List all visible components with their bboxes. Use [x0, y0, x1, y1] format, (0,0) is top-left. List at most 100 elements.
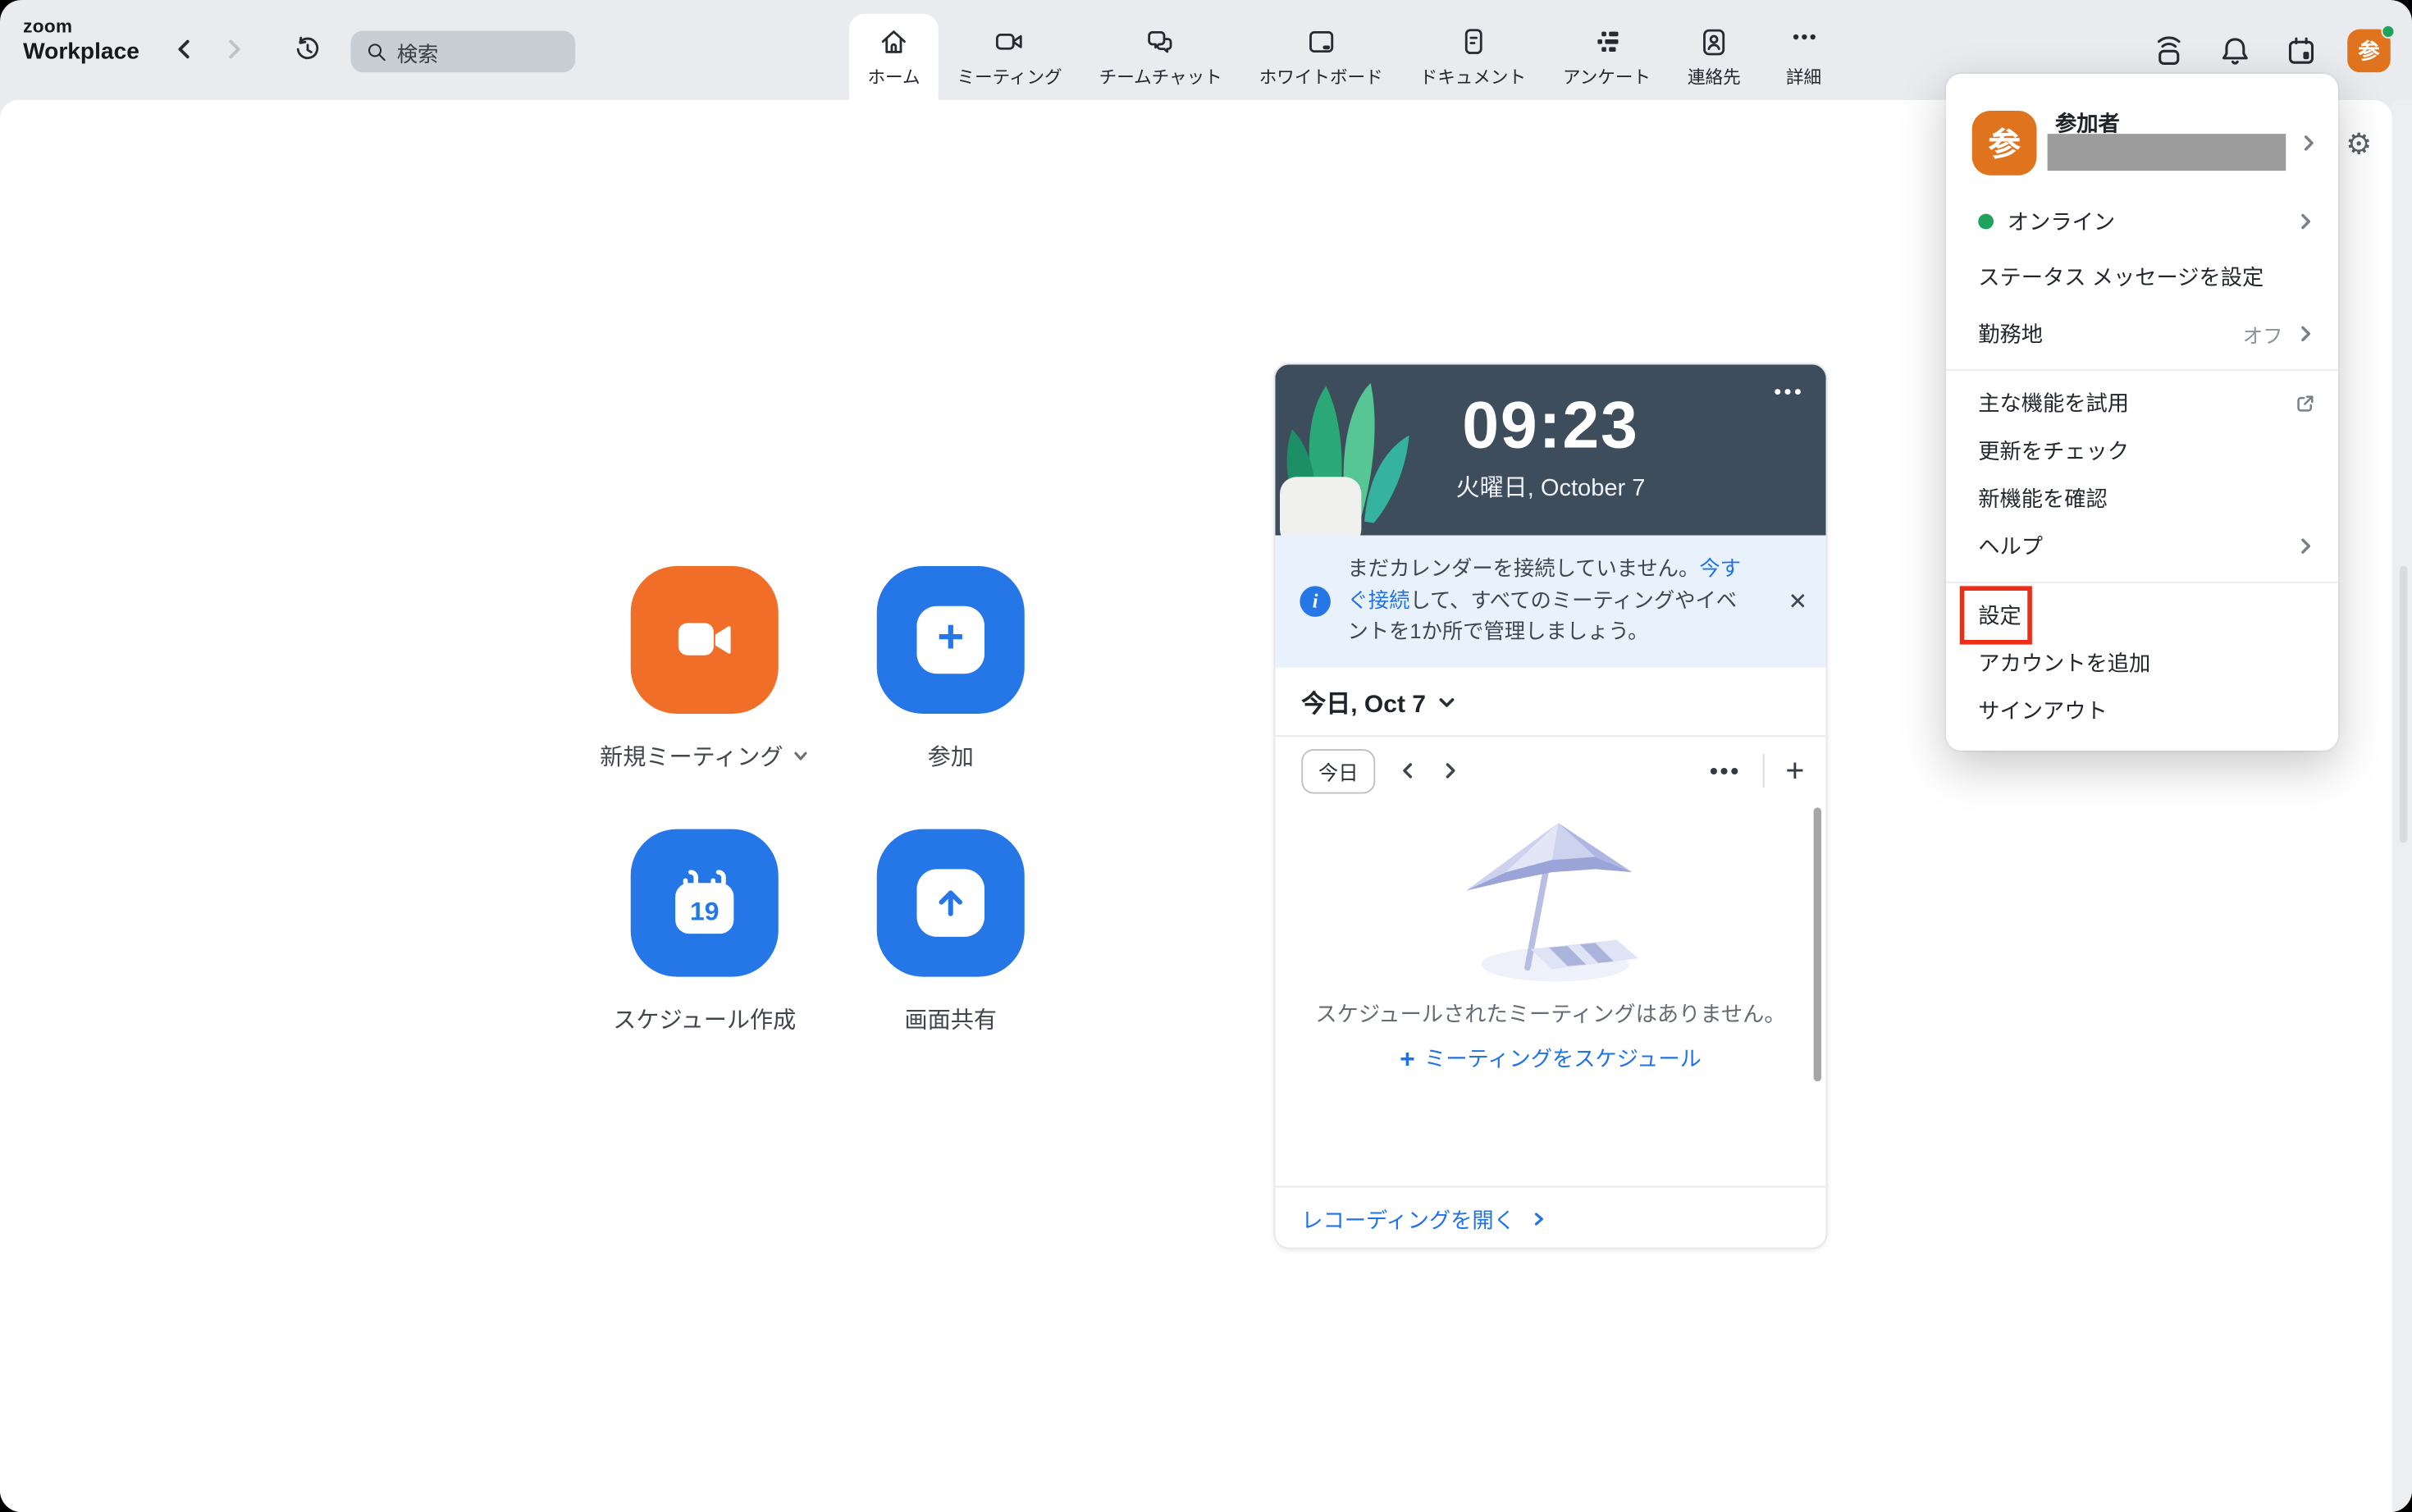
- calendar-more-button[interactable]: •••: [1710, 757, 1741, 783]
- menu-item-try-features[interactable]: 主な機能を試用: [1946, 380, 2338, 426]
- online-dot-icon: [1978, 214, 1994, 230]
- chevron-down-icon: [793, 747, 810, 765]
- forward-button[interactable]: [216, 31, 253, 68]
- panel-footer: レコーディングを開く: [1275, 1186, 1825, 1249]
- video-camera-icon: [993, 25, 1026, 58]
- tab-docs[interactable]: ドキュメント: [1401, 14, 1544, 100]
- chevron-right-icon: [1531, 1211, 1548, 1228]
- window-scrollbar-thumb[interactable]: [2400, 566, 2407, 843]
- window-scrollbar-track[interactable]: [2392, 100, 2412, 1512]
- profile-avatar-button[interactable]: 参: [2347, 29, 2391, 72]
- zoom-workplace-window: zoom Workplace 検索: [0, 0, 2412, 1512]
- tab-label: 詳細: [1786, 65, 1821, 89]
- share-screen-tile[interactable]: [877, 829, 1025, 977]
- online-status-dot: [2382, 24, 2396, 38]
- quick-action-label: 新規ミーティング: [600, 740, 809, 772]
- menu-avatar: 参: [1972, 111, 2037, 176]
- join-button[interactable]: + 参加: [877, 566, 1025, 772]
- video-camera-icon: [668, 603, 742, 677]
- chevron-right-icon: [220, 35, 248, 63]
- menu-item-set-status-message[interactable]: ステータス メッセージを設定: [1946, 254, 2338, 299]
- prev-day-button[interactable]: [1397, 760, 1418, 781]
- chevron-right-icon: [2298, 132, 2319, 153]
- tab-meetings[interactable]: ミーティング: [939, 14, 1080, 100]
- share-screen-button[interactable]: 画面共有: [877, 829, 1025, 1035]
- quick-action-label: 参加: [928, 740, 974, 772]
- logo-line-workplace: Workplace: [23, 38, 139, 64]
- menu-item-whats-new[interactable]: 新機能を確認: [1946, 475, 2338, 521]
- join-tile[interactable]: +: [877, 566, 1025, 714]
- tab-contacts[interactable]: 連絡先: [1669, 14, 1759, 100]
- banner-close-button[interactable]: ✕: [1788, 587, 1808, 615]
- quick-action-label: 画面共有: [904, 1003, 997, 1035]
- clock-card: ••• 09:23 火曜日, October 7: [1275, 364, 1825, 535]
- info-icon: i: [1300, 586, 1331, 617]
- app-logo: zoom Workplace: [23, 17, 139, 65]
- plant-illustration: [1275, 374, 1417, 536]
- tab-label: ホワイトボード: [1259, 65, 1383, 89]
- contacts-icon: [1697, 25, 1731, 58]
- menu-item-work-location[interactable]: 勤務地 オフ: [1946, 311, 2338, 357]
- menu-item-settings[interactable]: 設定: [1946, 592, 2338, 638]
- menu-divider: [1946, 582, 2338, 583]
- tab-more[interactable]: 詳細: [1759, 14, 1848, 100]
- logo-line-zoom: zoom: [23, 17, 139, 39]
- tab-whiteboard[interactable]: ホワイトボード: [1240, 14, 1401, 100]
- external-link-icon: [2294, 391, 2317, 414]
- join-plus-icon: +: [917, 606, 985, 674]
- calendar-connect-banner: i まだカレンダーを接続していません。今すぐ接続して、すべてのミーティングやイベ…: [1275, 536, 1825, 668]
- divider: [1762, 754, 1764, 788]
- back-button[interactable]: [167, 31, 203, 68]
- avatar-initial: 参: [2358, 34, 2379, 66]
- new-meeting-tile[interactable]: [631, 566, 779, 714]
- quick-actions: 新規ミーティング + 参加 19: [631, 566, 1099, 1035]
- tab-label: 連絡先: [1688, 65, 1741, 89]
- calendar-button[interactable]: [2282, 30, 2322, 71]
- today-button[interactable]: 今日: [1301, 748, 1375, 793]
- work-location-value: オフ: [2243, 319, 2283, 349]
- date-header[interactable]: 今日, Oct 7: [1275, 668, 1825, 736]
- add-event-button[interactable]: +: [1785, 755, 1804, 787]
- empty-state-message: スケジュールされたミーティングはありません。: [1315, 998, 1785, 1030]
- chevron-down-icon: [1437, 692, 1456, 711]
- history-button[interactable]: [288, 30, 328, 70]
- meetings-list: スケジュールされたミーティングはありません。 + ミーティングをスケジュール: [1275, 805, 1825, 1186]
- bell-icon: [2217, 31, 2254, 68]
- quick-action-label: スケジュール作成: [613, 1003, 796, 1035]
- tab-home[interactable]: ホーム: [849, 14, 939, 100]
- schedule-meeting-link[interactable]: + ミーティングをスケジュール: [1400, 1043, 1702, 1074]
- notifications-button[interactable]: [2215, 30, 2255, 71]
- history-icon: [290, 32, 324, 66]
- tab-label: ホーム: [868, 65, 920, 89]
- chevron-right-icon: [2296, 211, 2317, 232]
- svg-text:19: 19: [690, 896, 719, 925]
- next-day-button[interactable]: [1440, 760, 1461, 781]
- search-input[interactable]: 検索: [351, 31, 576, 73]
- settings-gear-icon[interactable]: ⚙: [2346, 130, 2372, 160]
- tab-surveys[interactable]: アンケート: [1545, 14, 1670, 100]
- connect-device-button[interactable]: [2149, 30, 2189, 71]
- menu-item-sign-out[interactable]: サインアウト: [1946, 687, 2338, 733]
- search-placeholder: 検索: [397, 36, 439, 67]
- schedule-tile[interactable]: 19: [631, 829, 779, 977]
- tab-label: ミーティング: [957, 65, 1062, 89]
- new-meeting-button[interactable]: 新規ミーティング: [631, 566, 779, 772]
- tab-team-chat[interactable]: チームチャット: [1080, 14, 1240, 100]
- open-recordings-link[interactable]: レコーディングを開く: [1301, 1204, 1515, 1235]
- user-menu-dropdown: 参 参加者 オンライン ステータス メッセージを設定 勤務地 オフ 主な機能を試…: [1946, 74, 2338, 751]
- tab-label: アンケート: [1563, 65, 1651, 89]
- calendar-toolbar: 今日 ••• +: [1275, 737, 1825, 805]
- menu-item-status[interactable]: オンライン: [1946, 199, 2338, 244]
- search-icon: [364, 40, 387, 63]
- menu-item-help[interactable]: ヘルプ: [1946, 523, 2338, 569]
- whiteboard-icon: [1304, 25, 1338, 58]
- schedule-button[interactable]: 19 スケジュール作成: [631, 829, 779, 1035]
- main-nav-tabs: ホーム ミーティング チームチャット ホワイトボード: [849, 0, 1848, 100]
- meetings-panel: ••• 09:23 火曜日, October 7 i まだカレンダーを接続してい…: [1274, 363, 1828, 1249]
- panel-scrollbar-thumb[interactable]: [1814, 807, 1821, 1081]
- clock-more-button[interactable]: •••: [1775, 380, 1805, 403]
- menu-item-check-updates[interactable]: 更新をチェック: [1946, 427, 2338, 473]
- redacted-user-email: [2048, 134, 2286, 171]
- plus-icon: +: [1400, 1045, 1415, 1071]
- menu-item-add-account[interactable]: アカウントを追加: [1946, 640, 2338, 686]
